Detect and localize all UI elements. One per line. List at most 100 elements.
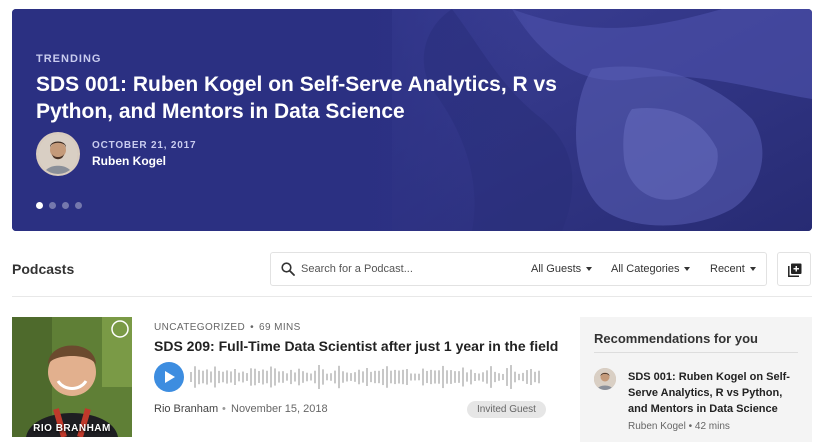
waveform-bar bbox=[366, 368, 368, 386]
hero-banner[interactable]: TRENDING SDS 001: Ruben Kogel on Self-Se… bbox=[12, 9, 812, 231]
waveform-bar bbox=[530, 368, 532, 386]
episode-category[interactable]: UNCATEGORIZED bbox=[154, 322, 245, 333]
waveform-bar bbox=[470, 369, 472, 385]
waveform-bar bbox=[346, 372, 348, 382]
waveform-bar bbox=[242, 371, 244, 383]
waveform-bar bbox=[342, 371, 344, 383]
waveform-bar bbox=[310, 373, 312, 381]
waveform-bar bbox=[486, 370, 488, 384]
filter-categories-label: All Categories bbox=[611, 263, 680, 275]
sort-label: Recent bbox=[710, 263, 745, 275]
waveform-bar bbox=[494, 371, 496, 383]
waveform-bar bbox=[478, 373, 480, 381]
waveform-bar bbox=[538, 370, 540, 384]
meta-separator: • bbox=[250, 322, 255, 333]
recommendation-separator: • bbox=[688, 421, 693, 432]
waveform-bar bbox=[270, 366, 272, 388]
carousel-dot-4[interactable] bbox=[75, 202, 82, 209]
waveform-bar bbox=[286, 373, 288, 381]
section-title: Podcasts bbox=[12, 261, 75, 277]
recommendation-duration: 42 mins bbox=[694, 421, 730, 432]
waveform-bar bbox=[190, 372, 192, 382]
waveform-bar bbox=[354, 372, 356, 382]
chevron-down-icon bbox=[749, 267, 756, 272]
waveform-bar bbox=[398, 370, 400, 384]
waveform-bar bbox=[434, 370, 436, 384]
waveform-bar bbox=[394, 369, 396, 385]
episode-thumbnail[interactable]: RIO BRANHAM bbox=[12, 317, 132, 437]
carousel-dot-2[interactable] bbox=[49, 202, 56, 209]
waveform-bar bbox=[278, 371, 280, 383]
play-button[interactable] bbox=[154, 362, 184, 392]
chevron-down-icon bbox=[684, 267, 691, 272]
waveform-bar bbox=[298, 368, 300, 386]
waveform-bar bbox=[322, 369, 324, 385]
waveform-bar bbox=[306, 372, 308, 382]
waveform-bar bbox=[374, 370, 376, 384]
waveform-bar bbox=[450, 370, 452, 384]
chevron-down-icon bbox=[586, 267, 593, 272]
episode-host[interactable]: Rio Branham bbox=[154, 403, 218, 415]
waveform-bar bbox=[446, 370, 448, 384]
recommendation-avatar[interactable] bbox=[594, 368, 616, 390]
waveform-bar bbox=[390, 370, 392, 384]
waveform-bar bbox=[518, 373, 520, 381]
waveform-bar bbox=[314, 370, 316, 384]
waveform-bar bbox=[206, 369, 208, 385]
sort-dropdown[interactable]: Recent bbox=[710, 263, 756, 275]
waveform-bar bbox=[266, 370, 268, 384]
author-avatar[interactable] bbox=[36, 132, 80, 176]
waveform-bar bbox=[338, 365, 340, 389]
section-divider bbox=[12, 296, 812, 297]
carousel-dot-3[interactable] bbox=[62, 202, 69, 209]
hero-title[interactable]: SDS 001: Ruben Kogel on Self-Serve Analy… bbox=[36, 71, 596, 125]
waveform-bar bbox=[382, 368, 384, 386]
waveform-bar bbox=[194, 366, 196, 388]
search-input[interactable] bbox=[301, 261, 491, 277]
waveform-bar bbox=[318, 365, 320, 389]
carousel-dot-1[interactable] bbox=[36, 202, 43, 209]
invited-guest-badge: Invited Guest bbox=[467, 401, 546, 418]
waveform-bar bbox=[414, 373, 416, 381]
waveform-bar bbox=[514, 371, 516, 383]
waveform-bar bbox=[222, 371, 224, 383]
waveform-bar bbox=[282, 371, 284, 383]
waveform-bar bbox=[406, 369, 408, 385]
search-bar: All Guests All Categories Recent bbox=[270, 252, 767, 286]
waveform-bar bbox=[506, 368, 508, 386]
waveform-bar bbox=[246, 373, 248, 381]
waveform-bar bbox=[370, 371, 372, 383]
hero-date: OCTOBER 21, 2017 bbox=[92, 140, 197, 151]
recommendation-title[interactable]: SDS 001: Ruben Kogel on Self-Serve Analy… bbox=[628, 369, 804, 417]
filter-categories-dropdown[interactable]: All Categories bbox=[611, 263, 691, 275]
waveform-bar bbox=[214, 366, 216, 388]
add-to-playlist-button[interactable] bbox=[777, 252, 811, 286]
filter-guests-dropdown[interactable]: All Guests bbox=[531, 263, 593, 275]
episode-meta: UNCATEGORIZED • 69 MINS bbox=[154, 322, 301, 333]
waveform-bar bbox=[202, 370, 204, 384]
waveform-bar bbox=[226, 370, 228, 384]
waveform-bar bbox=[474, 372, 476, 382]
waveform-bar bbox=[386, 366, 388, 388]
waveform-bar bbox=[462, 367, 464, 387]
waveform-bar bbox=[358, 369, 360, 385]
waveform-bar bbox=[290, 369, 292, 385]
waveform-bar bbox=[466, 372, 468, 382]
recommendations-title: Recommendations for you bbox=[594, 331, 758, 346]
waveform-bar bbox=[210, 371, 212, 383]
add-playlist-icon bbox=[788, 263, 802, 277]
hero-author[interactable]: Ruben Kogel bbox=[92, 154, 166, 168]
waveform-bar bbox=[490, 366, 492, 388]
episode-separator: • bbox=[222, 403, 226, 415]
waveform-bar bbox=[234, 369, 236, 385]
thumbnail-label: RIO BRANHAM bbox=[33, 423, 111, 434]
waveform-bar bbox=[294, 372, 296, 382]
waveform-bar bbox=[422, 368, 424, 386]
episode-title[interactable]: SDS 209: Full-Time Data Scientist after … bbox=[154, 338, 558, 354]
audio-waveform[interactable] bbox=[190, 364, 540, 390]
waveform-bar bbox=[482, 372, 484, 382]
recommendation-author[interactable]: Ruben Kogel bbox=[628, 421, 686, 432]
waveform-bar bbox=[254, 368, 256, 386]
waveform-bar bbox=[198, 369, 200, 385]
recommendations-panel: Recommendations for you SDS 001: Ruben K… bbox=[580, 317, 812, 442]
